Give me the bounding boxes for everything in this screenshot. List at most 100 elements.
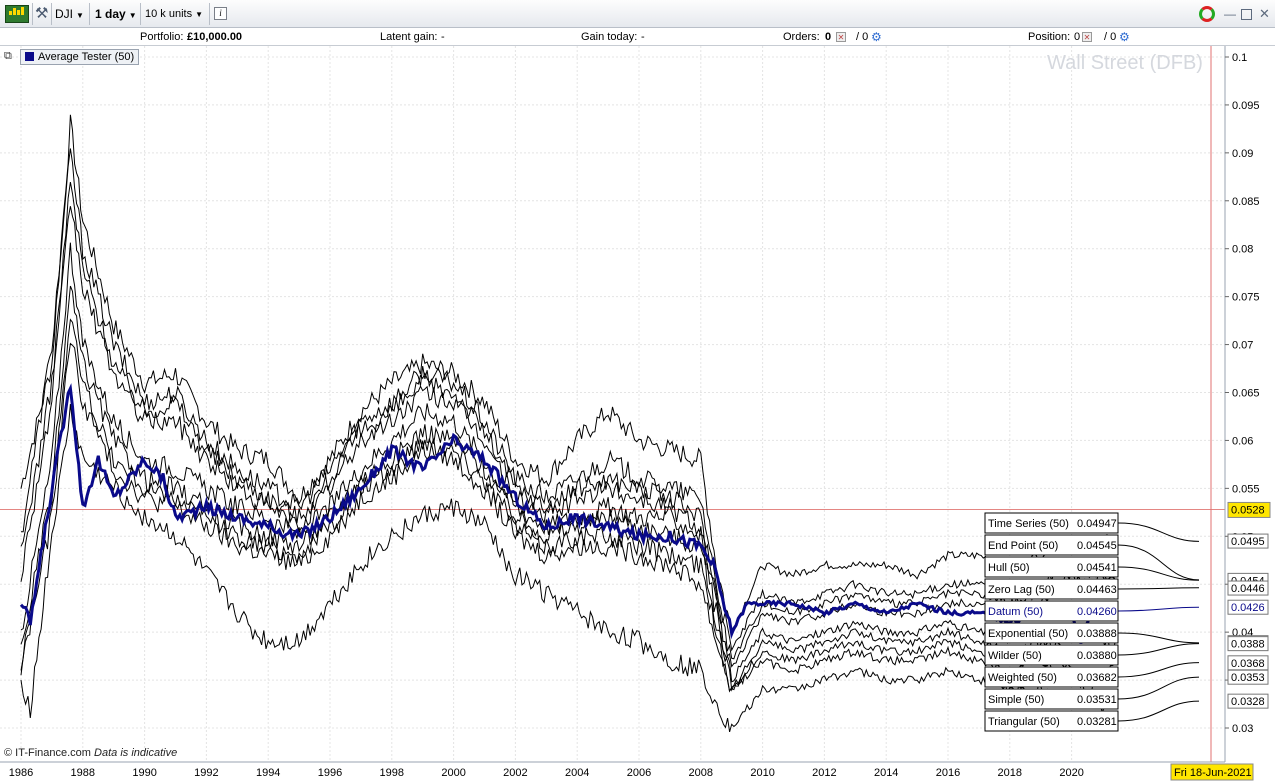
series-name: Simple (50) [988, 694, 1044, 706]
x-tick-label: 2020 [1059, 767, 1083, 779]
status-bar: Portfolio: £10,000.00 Latent gain: - Gai… [0, 28, 1275, 46]
series-last-value: 0.03531 [1077, 694, 1117, 706]
chevron-down-icon: ▼ [195, 10, 204, 19]
interval-label: 1 day [95, 7, 126, 21]
series-last-value: 0.03682 [1077, 672, 1117, 684]
series-last-value: 0.04947 [1077, 518, 1117, 530]
right-axis-value-text: 0.0353 [1231, 672, 1265, 684]
close-icon[interactable]: ✕ [1259, 7, 1270, 20]
series-last-value: 0.04260 [1077, 606, 1117, 618]
credit-text: © IT-Finance.com Data is indicative [4, 747, 177, 759]
demo-logo [5, 5, 29, 23]
credit-source: © IT-Finance.com [4, 747, 91, 759]
right-axis-value-label: 0.0426 [1227, 599, 1269, 615]
series-connector [1117, 700, 1200, 722]
info-icon[interactable]: i [214, 7, 227, 20]
series-value-box: Zero Lag (50) 0.04463 [984, 578, 1119, 600]
series-value-box: Triangular (50) 0.03281 [984, 710, 1119, 732]
gain-today-label: Gain today: [581, 31, 638, 43]
x-axis: 1986 1988 1990 1992 1994 1996 1998 2000 2002 2004… [9, 767, 1084, 779]
y-tick-label: 0.03 [1232, 723, 1253, 735]
orders-gear-icon[interactable]: ⚙ [871, 28, 882, 46]
gain-today-value: - [641, 31, 645, 43]
series-last-value: 0.03888 [1077, 628, 1117, 640]
minimize-icon[interactable]: — [1224, 8, 1236, 20]
right-axis-value-label: 0.0446 [1227, 580, 1269, 596]
x-tick-label: 2006 [627, 767, 651, 779]
series-name: Wilder (50) [988, 650, 1042, 662]
x-tick-label: 2000 [441, 767, 465, 779]
right-axis-value-text: 0.0446 [1231, 583, 1265, 595]
right-axis-value-text: 0.0368 [1231, 658, 1265, 670]
x-tick-label: 2014 [874, 767, 898, 779]
y-tick-label: 0.09 [1232, 148, 1253, 160]
series-label-connectors [1117, 522, 1200, 722]
position-label: Position: [1028, 31, 1071, 43]
series-value-box: Weighted (50) 0.03682 [984, 666, 1119, 688]
series-value-box: Wilder (50) 0.03880 [984, 644, 1119, 666]
x-tick-label: 1994 [256, 767, 280, 779]
y-tick-label: 0.055 [1232, 483, 1260, 495]
units-selector[interactable]: 10 k units ▼ [145, 4, 203, 24]
toolbar: ⚒ DJI ▼ 1 day ▼ 10 k units ▼ i — ✕ [0, 0, 1275, 28]
indicator-legend[interactable]: Average Tester (50) [20, 49, 140, 65]
series-last-value: 0.04541 [1077, 562, 1117, 574]
series-name: Hull (50) [988, 562, 1030, 574]
crosshair-value-text: 0.0528 [1231, 504, 1265, 516]
refresh-icon[interactable] [1199, 6, 1215, 22]
y-tick-label: 0.06 [1232, 435, 1253, 447]
series-connector [1117, 606, 1200, 612]
series-name: Exponential (50) [988, 628, 1068, 640]
watermark: Wall Street (DFB) [1047, 52, 1203, 74]
x-tick-label: 2008 [689, 767, 713, 779]
series-connector [1117, 587, 1200, 590]
indicator-label: Average Tester (50) [38, 51, 135, 63]
restore-window-icon[interactable]: ⧉ [4, 50, 16, 62]
series-connector [1117, 676, 1200, 700]
series-connector [1117, 544, 1200, 581]
series-value-box: Simple (50) 0.03531 [984, 688, 1119, 710]
current-date-text: Fri 18-Jun-2021 [1174, 767, 1252, 779]
x-tick-label: 2016 [936, 767, 960, 779]
portfolio-value: £10,000.00 [187, 31, 243, 43]
right-axis-value-text: 0.0388 [1231, 639, 1265, 651]
crosshair-value-label: 0.0528 [1227, 501, 1271, 518]
wrench-icon[interactable]: ⚒ [35, 4, 49, 24]
y-tick-label: 0.095 [1232, 100, 1260, 112]
series-value-box: Exponential (50) 0.03888 [984, 622, 1119, 644]
orders-cancel-icon[interactable]: ✕ [833, 28, 849, 46]
orders-label: Orders: [783, 31, 820, 43]
position-value-2: / 0 [1104, 31, 1117, 43]
position-close-icon[interactable]: ✕ [1079, 28, 1095, 46]
right-axis-value-label: 0.0353 [1227, 669, 1269, 685]
series-value-box: Time Series (50) 0.04947 [984, 512, 1119, 534]
right-axis-value-label: 0.0388 [1227, 636, 1269, 652]
series-last-value: 0.03880 [1077, 650, 1117, 662]
right-axis-value-labels: 0.04950.04510.04540.04460.04260.03890.03… [1227, 533, 1269, 709]
interval-selector[interactable]: 1 day ▼ [95, 4, 137, 24]
symbol-selector[interactable]: DJI ▼ [55, 4, 84, 24]
position-gear-icon[interactable]: ⚙ [1119, 28, 1130, 46]
series-connector [1117, 662, 1200, 678]
series-value-box: End Point (50) 0.04545 [984, 534, 1119, 556]
orders-value-2: / 0 [856, 31, 869, 43]
y-tick-label: 0.065 [1232, 388, 1260, 400]
maximize-icon[interactable] [1241, 9, 1252, 20]
series-connector [1117, 643, 1200, 656]
series-value-box: Datum (50) 0.04260 [984, 600, 1119, 622]
symbol-label: DJI [55, 7, 73, 21]
chart-canvas[interactable]: 0.1 0.095 0.09 0.085 0.08 0.075 0.07 0.065 0.06 0… [0, 0, 1275, 784]
x-tick-label: 1996 [318, 767, 342, 779]
x-tick-label: 2002 [503, 767, 527, 779]
right-axis-value-label: 0.0368 [1227, 655, 1269, 671]
x-tick-label: 1998 [380, 767, 404, 779]
chevron-down-icon: ▼ [128, 11, 137, 20]
series-name: End Point (50) [988, 540, 1058, 552]
current-date-label: Fri 18-Jun-2021 [1170, 763, 1254, 781]
series-name: Zero Lag (50) [988, 584, 1055, 596]
units-label: 10 k units [145, 8, 193, 20]
portfolio-label: Portfolio: [140, 31, 184, 43]
y-tick-label: 0.1 [1232, 52, 1247, 64]
latent-gain-value: - [441, 31, 445, 43]
y-tick-label: 0.07 [1232, 340, 1253, 352]
